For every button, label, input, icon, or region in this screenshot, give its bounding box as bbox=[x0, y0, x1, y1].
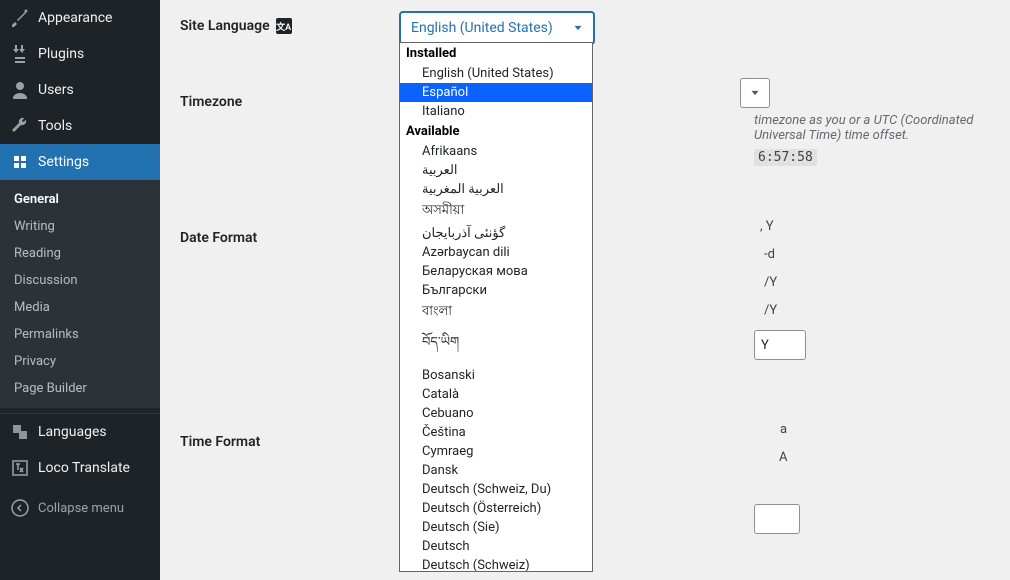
timezone-hint: timezone as you or a UTC (Coordinated Un… bbox=[754, 113, 1010, 143]
period: . bbox=[809, 150, 812, 165]
settings-content: Site Language 文A English (United States)… bbox=[160, 0, 1010, 580]
language-option[interactable]: Deutsch (Sie) bbox=[400, 518, 592, 537]
sidebar-item-appearance[interactable]: Appearance bbox=[0, 0, 160, 36]
language-option[interactable]: Azərbaycan dili bbox=[400, 243, 592, 262]
language-option[interactable]: العربية bbox=[400, 161, 592, 180]
submenu-item-writing[interactable]: Writing bbox=[0, 213, 160, 240]
optgroup-installed: Installed bbox=[400, 43, 592, 64]
language-option[interactable]: Deutsch (Schweiz, Du) bbox=[400, 480, 592, 499]
users-icon bbox=[10, 80, 30, 100]
time-custom-input[interactable] bbox=[754, 504, 800, 534]
submenu-item-privacy[interactable]: Privacy bbox=[0, 348, 160, 375]
language-option[interactable]: བོད་ཡིག bbox=[400, 325, 592, 366]
label-date-format: Date Format bbox=[180, 224, 400, 246]
language-dropdown[interactable]: InstalledEnglish (United States)EspañolI… bbox=[399, 42, 593, 572]
submenu-item-media[interactable]: Media bbox=[0, 294, 160, 321]
menu-label: Plugins bbox=[38, 46, 84, 62]
language-option[interactable]: Български bbox=[400, 281, 592, 300]
date-fmt-frag: , Y bbox=[760, 219, 774, 234]
sidebar-item-plugins[interactable]: Plugins bbox=[0, 36, 160, 72]
menu-label: Languages bbox=[38, 424, 107, 440]
sidebar-item-users[interactable]: Users bbox=[0, 72, 160, 108]
sidebar-item-languages[interactable]: Languages bbox=[0, 414, 160, 450]
date-fmt-frag: /Y bbox=[764, 303, 777, 318]
label-timezone: Timezone bbox=[180, 88, 400, 110]
submenu-item-general[interactable]: General bbox=[0, 186, 160, 213]
language-option[interactable]: Deutsch bbox=[400, 537, 592, 556]
sidebar-item-settings[interactable]: Settings bbox=[0, 144, 160, 180]
language-option[interactable]: Беларуская мова bbox=[400, 262, 592, 281]
translate-icon: 文A bbox=[276, 18, 292, 34]
collapse-menu[interactable]: Collapse menu bbox=[0, 490, 160, 526]
sidebar-item-loco-translate[interactable]: Loco Translate bbox=[0, 450, 160, 486]
language-option[interactable]: Afrikaans bbox=[400, 142, 592, 161]
optgroup-available: Available bbox=[400, 121, 592, 142]
menu-label: Settings bbox=[38, 154, 89, 170]
settings-icon bbox=[10, 152, 30, 172]
language-option[interactable]: العربية المغربية bbox=[400, 180, 592, 199]
submenu-item-discussion[interactable]: Discussion bbox=[0, 267, 160, 294]
language-option[interactable]: English (United States) bbox=[400, 64, 592, 83]
language-option[interactable]: অসমীয়া bbox=[400, 199, 592, 224]
languages-icon bbox=[10, 422, 30, 442]
date-fmt-frag: -d bbox=[764, 247, 775, 262]
site-language-select[interactable]: English (United States) bbox=[400, 12, 594, 44]
time-fmt-frag: A bbox=[779, 450, 787, 465]
language-option[interactable]: Deutsch (Österreich) bbox=[400, 499, 592, 518]
submenu-item-reading[interactable]: Reading bbox=[0, 240, 160, 267]
language-option[interactable]: Italiano bbox=[400, 102, 592, 121]
language-option[interactable]: বাংলা bbox=[400, 300, 592, 325]
label-time-format: Time Format bbox=[180, 428, 400, 450]
admin-sidebar: Appearance Plugins Users Tools Settings … bbox=[0, 0, 160, 580]
submenu-item-permalinks[interactable]: Permalinks bbox=[0, 321, 160, 348]
appearance-icon bbox=[10, 8, 30, 28]
timezone-select-chevron[interactable] bbox=[740, 78, 770, 108]
time-fmt-frag: a bbox=[780, 422, 787, 437]
collapse-label: Collapse menu bbox=[38, 501, 124, 516]
settings-submenu: General Writing Reading Discussion Media… bbox=[0, 180, 160, 408]
language-option[interactable]: Čeština bbox=[400, 423, 592, 442]
date-custom-input[interactable]: Y bbox=[754, 330, 806, 360]
date-fmt-frag: /Y bbox=[764, 275, 777, 290]
selected-language: English (United States) bbox=[411, 20, 553, 36]
utc-time-fragment: 6:57:58 bbox=[754, 149, 817, 166]
menu-label: Loco Translate bbox=[38, 460, 130, 476]
language-option[interactable]: Cymraeg bbox=[400, 442, 592, 461]
language-option[interactable]: Cebuano bbox=[400, 404, 592, 423]
language-option[interactable]: Español bbox=[400, 83, 592, 102]
chevron-down-icon bbox=[571, 21, 585, 35]
collapse-icon bbox=[10, 498, 30, 518]
menu-label: Tools bbox=[38, 118, 72, 134]
label-site-language: Site Language 文A bbox=[180, 12, 400, 34]
loco-icon bbox=[10, 458, 30, 478]
sidebar-item-tools[interactable]: Tools bbox=[0, 108, 160, 144]
language-option[interactable]: Bosanski bbox=[400, 366, 592, 385]
tools-icon bbox=[10, 116, 30, 136]
language-option[interactable]: Català bbox=[400, 385, 592, 404]
menu-label: Appearance bbox=[38, 10, 112, 26]
language-option[interactable]: گؤنئی آذربایجان bbox=[400, 224, 592, 243]
language-option[interactable]: Dansk bbox=[400, 461, 592, 480]
language-option[interactable]: Deutsch (Schweiz) bbox=[400, 556, 592, 572]
submenu-item-page-builder[interactable]: Page Builder bbox=[0, 375, 160, 402]
menu-label: Users bbox=[38, 82, 74, 98]
row-site-language: Site Language 文A English (United States)… bbox=[160, 0, 1010, 54]
plugins-icon bbox=[10, 44, 30, 64]
